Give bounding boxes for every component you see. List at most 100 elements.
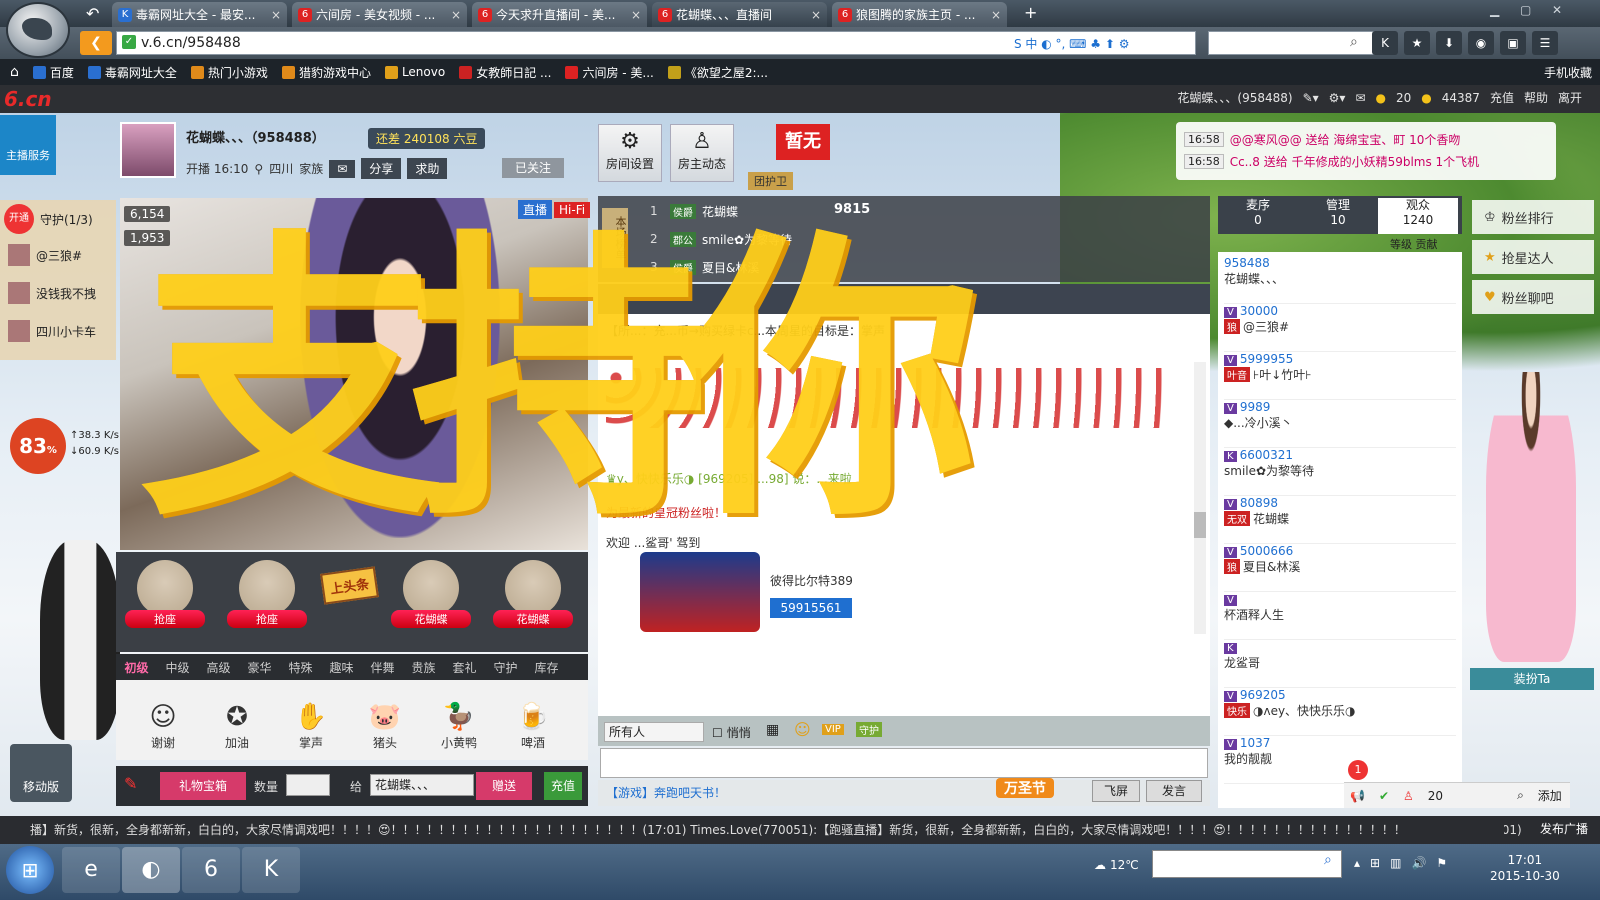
game-link[interactable]: 【游戏】奔跑吧天书！: [606, 784, 726, 801]
guard-group-tag[interactable]: 团护卫: [748, 172, 793, 190]
browser-logo-icon[interactable]: [6, 2, 70, 58]
chat-input[interactable]: [600, 748, 1208, 778]
gift-item[interactable]: ✪ 加油: [212, 700, 262, 751]
gift-item[interactable]: ☺ 谢谢: [138, 700, 188, 751]
list-item[interactable]: V 5000666 狼夏目&林溪: [1224, 544, 1456, 592]
list-item[interactable]: V 30000 狼 @三狼#: [1224, 304, 1456, 352]
search-icon[interactable]: ⌕: [1324, 852, 1332, 868]
bookmark-item[interactable]: 《欲望之屋2:...: [667, 64, 768, 81]
emoji-icon[interactable]: ☺: [794, 720, 811, 739]
treasure-box-button[interactable]: 礼物宝箱: [160, 772, 246, 800]
image-icon[interactable]: ▦: [766, 722, 779, 738]
guard-item[interactable]: @三狼#: [8, 242, 82, 268]
mobile-version-button[interactable]: 移动版: [10, 744, 72, 802]
tab-admins[interactable]: 管理 10: [1298, 198, 1378, 228]
close-window-icon[interactable]: ✕: [1552, 3, 1562, 17]
list-item[interactable]: V 1037 我的靓靓: [1224, 736, 1456, 784]
user-name-link[interactable]: 花蝴蝶、、、(958488): [1177, 89, 1292, 106]
list-item[interactable]: V 80898 无双 花蝴蝶: [1224, 496, 1456, 544]
new-tab-button[interactable]: +: [1024, 3, 1037, 22]
gift-tab[interactable]: 中级: [157, 659, 198, 676]
tab-close-icon[interactable]: ×: [631, 8, 641, 22]
maximize-icon[interactable]: ▢: [1520, 3, 1531, 17]
list-item[interactable]: K 6600321 smile✿为黎等待: [1224, 448, 1456, 496]
avatar-doll[interactable]: [1486, 372, 1576, 662]
tray-arrow-icon[interactable]: ▴: [1354, 856, 1360, 870]
k-icon[interactable]: K: [1372, 31, 1398, 55]
network-icon[interactable]: ▥: [1390, 856, 1401, 870]
gift-tab[interactable]: 初级: [116, 659, 157, 676]
gift-tab[interactable]: 豪华: [239, 659, 280, 676]
room-settings-button[interactable]: ⚙ 房间设置: [598, 124, 662, 182]
recharge-link[interactable]: 充值: [1490, 89, 1514, 106]
seat-holder[interactable]: 花蝴蝶: [493, 610, 573, 628]
gift-tab[interactable]: 库存: [526, 659, 567, 676]
rank-row[interactable]: 2 郡公 smile✿为黎等待: [650, 226, 792, 252]
mobile-favorites-link[interactable]: 手机收藏: [1544, 64, 1592, 81]
tab-close-icon[interactable]: ×: [811, 8, 821, 22]
tab-close-icon[interactable]: ×: [451, 8, 461, 22]
window-icon[interactable]: ⊞: [1370, 856, 1380, 870]
fly-screen-button[interactable]: 飞屏: [1092, 780, 1140, 802]
fan-ranking-button[interactable]: ♔ 粉丝排行: [1472, 200, 1594, 234]
notification-badge[interactable]: 1: [1348, 760, 1368, 780]
seat[interactable]: 花蝴蝶: [493, 560, 573, 628]
tab-duba[interactable]: K 毒霸网址大全 - 最安... ×: [112, 2, 287, 27]
chat-scroll-thumb[interactable]: [1194, 512, 1206, 538]
tab-active-room[interactable]: 6 花蝴蝶、、、直播间 ×: [652, 2, 827, 27]
host-updates-button[interactable]: ♙ 房主动态: [670, 124, 734, 182]
volume-icon[interactable]: 🔊: [1411, 856, 1426, 870]
gift-tab[interactable]: 套礼: [444, 659, 485, 676]
send-gift-button[interactable]: 赠送: [476, 772, 532, 800]
search-icon[interactable]: ⌕: [1350, 34, 1358, 50]
help-button[interactable]: 求助: [407, 158, 448, 179]
bookmark-item[interactable]: 六间房 - 美...: [565, 64, 654, 81]
home-icon[interactable]: ⌂: [10, 64, 19, 80]
rank-row[interactable]: 3 侯爵 夏目&林溪: [650, 254, 759, 280]
gift-tab[interactable]: 伴舞: [362, 659, 403, 676]
private-chat-area[interactable]: [598, 640, 1210, 716]
guard-emote-icon[interactable]: 守护: [856, 722, 882, 737]
back-button[interactable]: ❮: [80, 31, 112, 55]
list-item[interactable]: V 5999955 叶音 ⊦叶↓竹叶⊦: [1224, 352, 1456, 400]
bookmark-item[interactable]: 女教師日記 ...: [459, 64, 551, 81]
leave-link[interactable]: 离开: [1558, 89, 1582, 106]
edit-icon[interactable]: ✎▾: [1303, 91, 1319, 105]
tab-6rooms-1[interactable]: 6 六间房 - 美女视频 - ... ×: [292, 2, 467, 27]
download-icon[interactable]: ⬇: [1436, 31, 1462, 55]
chat-scrollbar[interactable]: [1194, 362, 1206, 634]
grab-seat-button[interactable]: 抢座: [125, 610, 205, 628]
settings-gear-icon[interactable]: ⚙▾: [1329, 91, 1346, 105]
megaphone-icon[interactable]: 📢: [1350, 789, 1365, 803]
gift-item[interactable]: 🦆 小黄鸭: [434, 700, 484, 751]
weather-widget[interactable]: ☁ 12℃: [1094, 858, 1139, 872]
list-item[interactable]: 958488 花蝴蝶、、、: [1224, 256, 1456, 304]
quantity-input[interactable]: [286, 774, 330, 796]
audience-sort[interactable]: 等级 贡献: [1390, 236, 1438, 252]
gift-item[interactable]: ✋ 掌声: [286, 700, 336, 751]
vip-icon[interactable]: VIP: [822, 724, 844, 735]
taskbar-search-input[interactable]: [1152, 850, 1342, 878]
seat[interactable]: 抢座: [227, 560, 307, 628]
list-item[interactable]: K 龙鲨哥: [1224, 640, 1456, 688]
mail-icon[interactable]: ✉: [1355, 91, 1365, 105]
share-button[interactable]: 分享: [361, 158, 402, 179]
help-link[interactable]: 帮助: [1524, 89, 1548, 106]
search-icon[interactable]: ⌕: [1517, 788, 1524, 803]
tab-viewers[interactable]: 观众 1240: [1378, 198, 1458, 234]
rank-row[interactable]: 1 侯爵 花蝴蝶: [650, 198, 738, 224]
checkbox-icon[interactable]: ☐: [712, 726, 723, 740]
taskbar-clock[interactable]: 17:01 2015-10-30: [1490, 852, 1560, 884]
seat[interactable]: 抢座: [125, 560, 205, 628]
followed-button[interactable]: 已关注: [502, 158, 564, 178]
host-avatar[interactable]: [120, 122, 176, 178]
tab-mic-queue[interactable]: 麦序 0: [1218, 198, 1298, 228]
list-item[interactable]: V 杯酒释人生: [1224, 592, 1456, 640]
bookmark-item[interactable]: 猎豹游戏中心: [281, 64, 371, 81]
tab-family[interactable]: 6 狼图腾的家族主页 - ... ×: [832, 2, 1007, 27]
add-button[interactable]: 添加: [1538, 787, 1562, 804]
k-app-icon[interactable]: K: [242, 847, 300, 893]
bookmark-item[interactable]: Lenovo: [384, 65, 445, 79]
recipient-dropdown[interactable]: 所有人: [604, 722, 704, 742]
bookmark-item[interactable]: 毒霸网址大全: [87, 64, 177, 81]
